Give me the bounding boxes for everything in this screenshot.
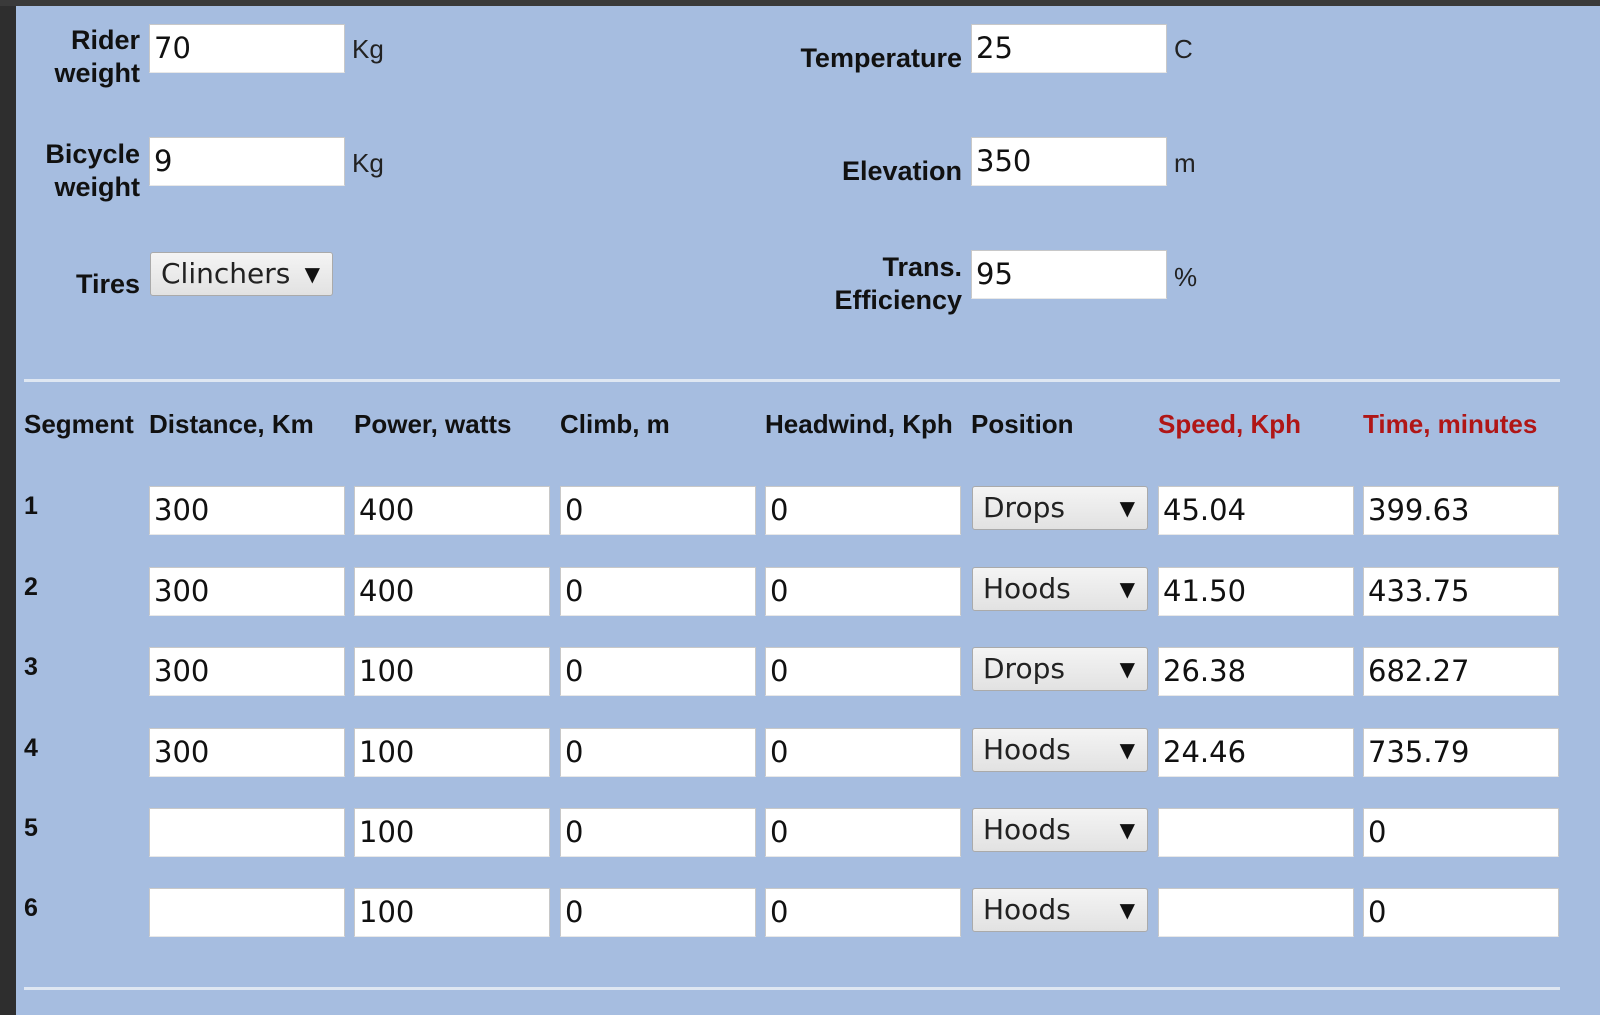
section-divider bbox=[24, 379, 1560, 382]
segment-number: 3 bbox=[24, 653, 38, 681]
distance-input[interactable]: 300 bbox=[149, 486, 345, 535]
chevron-down-icon: ▼ bbox=[1119, 818, 1135, 842]
trans-efficiency-input[interactable]: 95 bbox=[971, 250, 1167, 299]
power-input[interactable]: 400 bbox=[354, 486, 550, 535]
table-row: 4 300 100 0 0 Hoods ▼ 24.46 735.79 bbox=[16, 728, 1600, 788]
speed-output[interactable] bbox=[1158, 808, 1354, 857]
trans-efficiency-label: Trans. Efficiency bbox=[834, 252, 962, 315]
distance-input[interactable] bbox=[149, 808, 345, 857]
headwind-input[interactable]: 0 bbox=[765, 567, 961, 616]
segment-number: 4 bbox=[24, 734, 38, 762]
elevation-unit: m bbox=[1174, 148, 1196, 178]
headwind-input[interactable]: 0 bbox=[765, 888, 961, 937]
distance-input[interactable]: 300 bbox=[149, 728, 345, 777]
speed-output[interactable]: 41.50 bbox=[1158, 567, 1354, 616]
chevron-down-icon: ▼ bbox=[1119, 496, 1135, 520]
headwind-input[interactable]: 0 bbox=[765, 647, 961, 696]
time-output[interactable]: 682.27 bbox=[1363, 647, 1559, 696]
position-selected-value: Hoods bbox=[983, 813, 1071, 846]
speed-output[interactable]: 45.04 bbox=[1158, 486, 1354, 535]
chevron-down-icon: ▼ bbox=[1119, 738, 1135, 762]
table-row: 6 100 0 0 Hoods ▼ 0 bbox=[16, 888, 1600, 948]
power-input[interactable]: 100 bbox=[354, 888, 550, 937]
position-selected-value: Hoods bbox=[983, 893, 1071, 926]
header-position: Position bbox=[971, 409, 1074, 439]
bottom-divider bbox=[24, 987, 1560, 990]
chevron-down-icon: ▼ bbox=[304, 262, 320, 286]
segment-number: 5 bbox=[24, 814, 38, 842]
headwind-input[interactable]: 0 bbox=[765, 808, 961, 857]
bicycle-weight-unit: Kg bbox=[352, 148, 384, 178]
distance-input[interactable] bbox=[149, 888, 345, 937]
tires-selected-value: Clinchers bbox=[161, 257, 291, 290]
headwind-input[interactable]: 0 bbox=[765, 486, 961, 535]
headwind-input[interactable]: 0 bbox=[765, 728, 961, 777]
elevation-label: Elevation bbox=[841, 156, 962, 186]
elevation-input[interactable]: 350 bbox=[971, 137, 1167, 186]
speed-output[interactable]: 26.38 bbox=[1158, 647, 1354, 696]
tires-select[interactable]: Clinchers ▼ bbox=[150, 252, 333, 296]
header-power: Power, watts bbox=[354, 409, 512, 439]
speed-output[interactable] bbox=[1158, 888, 1354, 937]
trans-efficiency-unit: % bbox=[1174, 262, 1198, 292]
calculator-panel: Rider weight 70 Kg Bicycle weight 9 Kg T… bbox=[16, 6, 1600, 1015]
time-output[interactable]: 399.63 bbox=[1363, 486, 1559, 535]
position-select[interactable]: Drops ▼ bbox=[972, 647, 1148, 691]
climb-input[interactable]: 0 bbox=[560, 728, 756, 777]
header-distance: Distance, Km bbox=[149, 409, 314, 439]
table-row: 1 300 400 0 0 Drops ▼ 45.04 399.63 bbox=[16, 486, 1600, 546]
bicycle-weight-input[interactable]: 9 bbox=[149, 137, 345, 186]
temperature-input[interactable]: 25 bbox=[971, 24, 1167, 73]
temperature-unit: C bbox=[1174, 34, 1193, 64]
rider-weight-label: Rider weight bbox=[54, 25, 141, 88]
header-time: Time, minutes bbox=[1363, 409, 1538, 439]
tires-label: Tires bbox=[75, 269, 140, 299]
chevron-down-icon: ▼ bbox=[1119, 577, 1135, 601]
header-segment: Segment bbox=[24, 409, 134, 439]
position-select[interactable]: Drops ▼ bbox=[972, 486, 1148, 530]
segment-number: 2 bbox=[24, 573, 38, 601]
bicycle-weight-label: Bicycle weight bbox=[45, 139, 140, 202]
distance-input[interactable]: 300 bbox=[149, 567, 345, 616]
table-row: 3 300 100 0 0 Drops ▼ 26.38 682.27 bbox=[16, 647, 1600, 707]
climb-input[interactable]: 0 bbox=[560, 567, 756, 616]
segment-number: 1 bbox=[24, 492, 38, 520]
header-speed: Speed, Kph bbox=[1158, 409, 1302, 439]
position-selected-value: Drops bbox=[983, 652, 1065, 685]
position-selected-value: Hoods bbox=[983, 733, 1071, 766]
chevron-down-icon: ▼ bbox=[1119, 657, 1135, 681]
rider-weight-input[interactable]: 70 bbox=[149, 24, 345, 73]
chevron-down-icon: ▼ bbox=[1119, 898, 1135, 922]
time-output[interactable]: 0 bbox=[1363, 808, 1559, 857]
header-headwind: Headwind, Kph bbox=[765, 409, 953, 439]
distance-input[interactable]: 300 bbox=[149, 647, 345, 696]
position-select[interactable]: Hoods ▼ bbox=[972, 808, 1148, 852]
time-output[interactable]: 0 bbox=[1363, 888, 1559, 937]
position-selected-value: Drops bbox=[983, 491, 1065, 524]
position-select[interactable]: Hoods ▼ bbox=[972, 888, 1148, 932]
speed-output[interactable]: 24.46 bbox=[1158, 728, 1354, 777]
power-input[interactable]: 100 bbox=[354, 808, 550, 857]
temperature-label: Temperature bbox=[800, 43, 962, 73]
time-output[interactable]: 433.75 bbox=[1363, 567, 1559, 616]
position-select[interactable]: Hoods ▼ bbox=[972, 567, 1148, 611]
table-row: 5 100 0 0 Hoods ▼ 0 bbox=[16, 808, 1600, 868]
rider-weight-unit: Kg bbox=[352, 34, 384, 64]
climb-input[interactable]: 0 bbox=[560, 647, 756, 696]
position-selected-value: Hoods bbox=[983, 572, 1071, 605]
climb-input[interactable]: 0 bbox=[560, 888, 756, 937]
power-input[interactable]: 100 bbox=[354, 728, 550, 777]
header-climb: Climb, m bbox=[560, 409, 670, 439]
power-input[interactable]: 400 bbox=[354, 567, 550, 616]
table-row: 2 300 400 0 0 Hoods ▼ 41.50 433.75 bbox=[16, 567, 1600, 627]
power-input[interactable]: 100 bbox=[354, 647, 550, 696]
position-select[interactable]: Hoods ▼ bbox=[972, 728, 1148, 772]
climb-input[interactable]: 0 bbox=[560, 808, 756, 857]
climb-input[interactable]: 0 bbox=[560, 486, 756, 535]
segment-number: 6 bbox=[24, 894, 38, 922]
time-output[interactable]: 735.79 bbox=[1363, 728, 1559, 777]
